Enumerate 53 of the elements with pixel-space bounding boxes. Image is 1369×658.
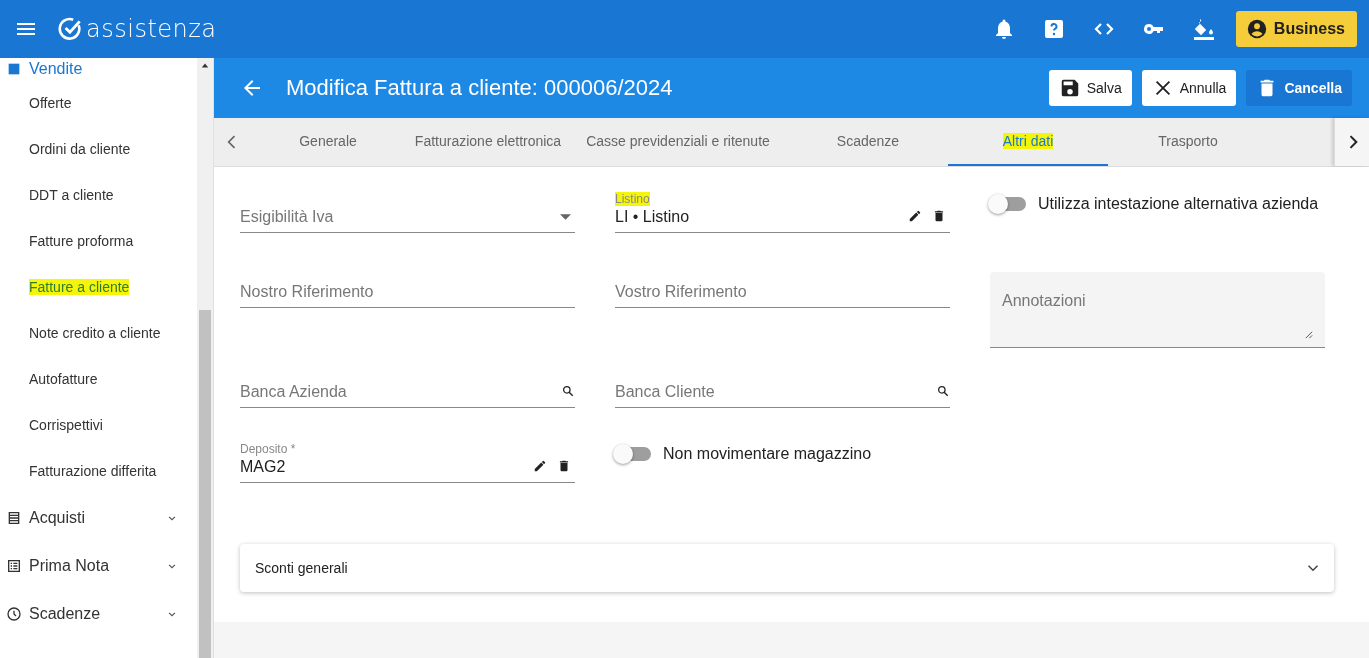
scroll-up-icon[interactable] [201, 62, 209, 70]
scrollbar[interactable] [197, 58, 213, 658]
input-field[interactable]: Deposito * MAG2 [240, 439, 575, 483]
paint-bucket-icon[interactable] [1191, 17, 1216, 41]
search-icon [936, 384, 950, 398]
page-title: Modifica Fattura a cliente: 000006/2024 [286, 75, 674, 101]
search-field[interactable]: Banca Azienda [240, 364, 575, 408]
menu-group[interactable]: Acquisti [0, 494, 197, 542]
caret-down-icon [560, 214, 571, 220]
tab[interactable]: Scadenze [788, 118, 948, 166]
toggle-label: Non movimentare magazzino [663, 445, 872, 463]
table-icon [6, 558, 22, 574]
menu-item[interactable]: Corrispettivi [0, 402, 197, 448]
toggle-label: Utilizza intestazione alternativa azienda [1038, 195, 1319, 213]
pencil-icon[interactable] [908, 208, 922, 223]
toggle-switch[interactable] [615, 447, 651, 461]
text-area[interactable]: Annotazioni [990, 272, 1325, 348]
menu-item[interactable]: Offerte [0, 80, 197, 126]
pencil-icon[interactable] [533, 458, 547, 473]
menu-item[interactable]: Ordini da cliente [0, 126, 197, 172]
menu-item[interactable]: Note credito a cliente [0, 310, 197, 356]
trash-icon[interactable] [932, 208, 946, 223]
cancel-button[interactable]: Annulla [1141, 70, 1237, 106]
menu-item[interactable]: Fatture proforma [0, 218, 197, 264]
tab[interactable]: Generale [248, 118, 408, 166]
dropdown-field[interactable]: Esigibilità Iva [240, 189, 575, 233]
menu-group[interactable]: Prima Nota [0, 542, 197, 590]
search-icon [561, 384, 575, 398]
menu-group[interactable]: Scadenze [0, 590, 197, 638]
check-circle-icon [58, 16, 84, 42]
app-logo: assistenza [86, 15, 217, 43]
input-field[interactable]: Vostro Riferimento [615, 264, 950, 308]
resize-handle-icon[interactable] [1304, 330, 1313, 339]
clock-icon [6, 606, 22, 622]
business-button[interactable]: Business [1235, 11, 1357, 47]
input-field[interactable]: Listino LI • Listino [615, 189, 950, 233]
search-field[interactable]: Banca Cliente [615, 364, 950, 408]
list-icon [6, 510, 22, 526]
menu-item[interactable]: DDT a cliente [0, 172, 197, 218]
trash-icon[interactable] [557, 458, 571, 473]
expansion-panel[interactable]: Sconti generali [240, 544, 1334, 592]
tab[interactable]: Casse previdenziali e ritenute [568, 118, 788, 166]
toggle-switch[interactable] [990, 197, 1026, 211]
tab[interactable]: Trasporto [1108, 118, 1268, 166]
input-field[interactable]: Nostro Riferimento [240, 264, 575, 308]
menu-item[interactable]: Autofatture [0, 356, 197, 402]
account-icon [1245, 18, 1268, 40]
delete-button[interactable]: Cancella [1246, 70, 1352, 106]
menu-group[interactable]: Vendite [0, 58, 197, 80]
menu-item[interactable]: Fatturazione differita [0, 448, 197, 494]
tab[interactable]: Fatturazione elettronica [408, 118, 568, 166]
menu-item[interactable]: Fatture a cliente [0, 264, 197, 310]
save-button[interactable]: Salva [1048, 70, 1132, 106]
